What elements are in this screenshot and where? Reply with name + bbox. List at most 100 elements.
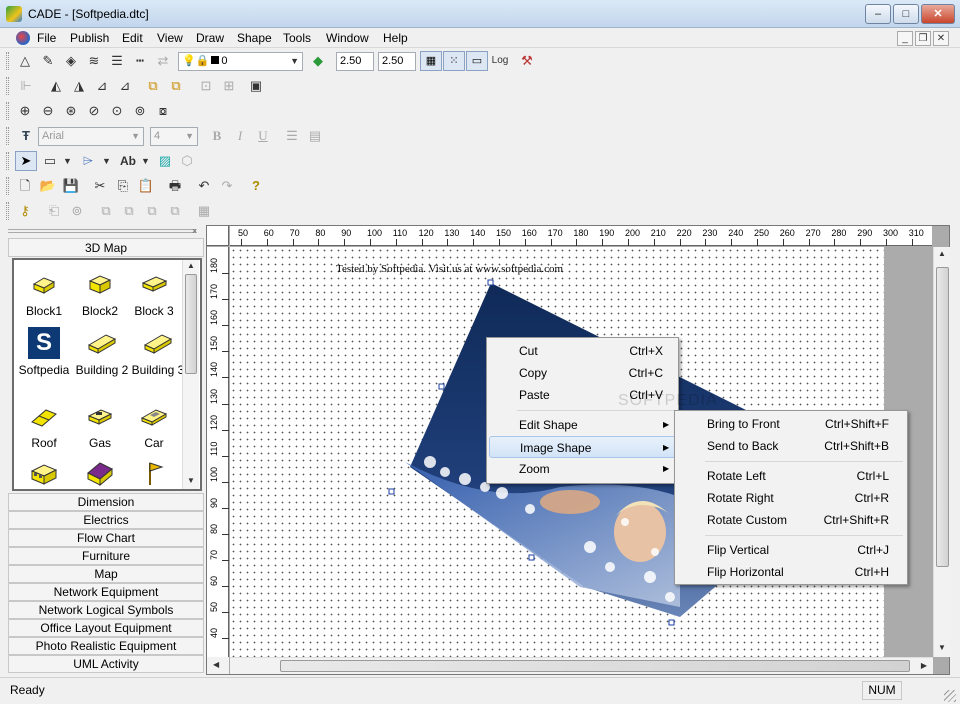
menu-item-copy[interactable]: Copy Ctrl+C (489, 362, 676, 384)
category-uml-activity[interactable]: UML Activity (8, 655, 204, 673)
rotate-right-icon[interactable]: ⊿ (115, 76, 135, 96)
menu-item-cut[interactable]: Cut Ctrl+X (489, 340, 676, 362)
category-network-logical-symbols[interactable]: Network Logical Symbols (8, 601, 204, 619)
grid-icon[interactable]: ▦ (420, 51, 442, 71)
menu-view[interactable]: View (157, 31, 183, 45)
panel-grip[interactable] (8, 229, 196, 233)
resize-grip-icon[interactable] (944, 690, 956, 702)
print-icon[interactable]: 🖶 (165, 176, 185, 196)
category-electrics[interactable]: Electrics (8, 511, 204, 529)
chevron-down-icon[interactable]: ▼ (290, 53, 299, 70)
mdi-restore-icon[interactable]: ❐ (915, 31, 931, 46)
send-back-icon[interactable]: ⧉ (166, 76, 186, 96)
help-icon[interactable]: ? (246, 176, 266, 196)
app-icon[interactable] (6, 6, 22, 22)
menu-window[interactable]: Window (326, 31, 369, 45)
shape-item[interactable] (126, 457, 182, 493)
log-icon[interactable]: Log (490, 51, 510, 71)
toolbar-grip[interactable] (6, 127, 9, 145)
menu-edit[interactable]: Edit (122, 31, 143, 45)
zoom-out-icon[interactable]: ⊖ (38, 101, 58, 121)
shape-item[interactable]: S Softpedia (16, 327, 72, 377)
shape-item[interactable]: Car (126, 400, 182, 450)
mdi-close-icon[interactable]: ✕ (933, 31, 949, 46)
minimize-button[interactable]: – (865, 4, 891, 24)
menu-item-send-to-back[interactable]: Send to Back Ctrl+Shift+B (677, 435, 905, 457)
category-network-equipment[interactable]: Network Equipment (8, 583, 204, 601)
line-width-field-1[interactable]: 2.50 (336, 52, 374, 71)
new-file-icon[interactable]: 🗋 (15, 176, 35, 196)
shape-item[interactable] (72, 457, 128, 493)
shape-item[interactable]: Building 3 (128, 327, 188, 377)
scroll-thumb[interactable] (280, 660, 910, 672)
line-width-icon[interactable]: ☰ (107, 51, 127, 71)
zoom-width-icon[interactable]: ⊘ (84, 101, 104, 121)
toolbar-grip[interactable] (6, 177, 9, 195)
zoom-window-icon[interactable]: ⧇ (153, 101, 173, 121)
shape-item[interactable]: Roof (16, 400, 72, 450)
line-style-icon[interactable]: △ (15, 51, 35, 71)
text-tool-button[interactable]: Ab (116, 151, 140, 171)
menu-item-rotate-left[interactable]: Rotate Left Ctrl+L (677, 465, 905, 487)
scroll-down-icon[interactable]: ▼ (185, 476, 197, 485)
close-button[interactable]: ✕ (921, 4, 955, 24)
mdi-minimize-icon[interactable]: _ (897, 31, 913, 46)
scroll-right-icon[interactable]: ▶ (918, 661, 930, 670)
tools-icon[interactable]: ⚒ (517, 51, 537, 71)
menu-file[interactable]: File (37, 31, 56, 45)
shape-item[interactable]: Block 3 (126, 268, 182, 318)
scroll-down-icon[interactable]: ▼ (936, 643, 948, 652)
zoom-in-icon[interactable]: ⊕ (15, 101, 35, 121)
copy-icon[interactable]: ⎘ (113, 176, 133, 196)
maximize-button[interactable]: □ (893, 4, 919, 24)
rectangle-tool-icon[interactable]: ▭ (40, 151, 60, 171)
toolbar-grip[interactable] (6, 52, 9, 70)
fill-color-icon[interactable]: ◈ (61, 51, 81, 71)
zoom-select-icon[interactable]: ⊙ (107, 101, 127, 121)
layers-icon[interactable]: ◆ (308, 51, 328, 71)
shape-item[interactable]: Gas (72, 400, 128, 450)
menu-item-edit-shape[interactable]: Edit Shape ▶ (489, 414, 676, 436)
snap-grid-icon[interactable]: ⁙ (443, 51, 465, 71)
toolbar-grip[interactable] (6, 152, 9, 170)
chevron-down-icon[interactable]: ▼ (63, 156, 72, 166)
image-tool-icon[interactable]: ▨ (155, 151, 175, 171)
shape-list-scrollbar[interactable]: ▲ ▼ (182, 260, 199, 489)
horizontal-scrollbar[interactable]: ▶ (230, 657, 933, 674)
flip-horizontal-icon[interactable]: ◭ (46, 76, 66, 96)
shape-item[interactable]: Block2 (72, 268, 128, 318)
shape-item[interactable]: Block1 (16, 268, 72, 318)
pattern-icon[interactable]: ≋ (84, 51, 104, 71)
cut-icon[interactable]: ✂ (90, 176, 110, 196)
undo-icon[interactable]: ↶ (194, 176, 214, 196)
zoom-all-icon[interactable]: ⊚ (130, 101, 150, 121)
scroll-left-icon[interactable]: ◀ (213, 660, 219, 669)
rotate-left-icon[interactable]: ⊿ (92, 76, 112, 96)
menu-shape[interactable]: Shape (237, 31, 272, 45)
toolbar-grip[interactable] (6, 77, 9, 95)
menu-item-flip-horizontal[interactable]: Flip Horizontal Ctrl+H (677, 561, 905, 583)
key-icon[interactable]: ⚷ (15, 201, 35, 221)
shape-item[interactable]: Building 2 (72, 327, 132, 377)
panel-close-icon[interactable]: × (192, 226, 197, 236)
line-dash-icon[interactable]: ┅ (130, 51, 150, 71)
font-icon[interactable]: Ŧ (16, 126, 36, 146)
shape-item[interactable] (16, 457, 72, 493)
polyline-tool-icon[interactable]: ⌲ (78, 151, 98, 171)
vertical-scrollbar[interactable]: ▲ ▼ (933, 247, 950, 657)
menu-item-bring-to-front[interactable]: Bring to Front Ctrl+Shift+F (677, 413, 905, 435)
scroll-up-icon[interactable]: ▲ (936, 249, 948, 258)
properties-icon[interactable]: ▣ (246, 76, 266, 96)
open-folder-icon[interactable]: 📂 (38, 176, 58, 196)
scroll-thumb[interactable] (185, 274, 197, 374)
menu-item-image-shape[interactable]: Image Shape ▶ (489, 436, 676, 458)
pen-color-icon[interactable]: ✎ (38, 51, 58, 71)
menu-tools[interactable]: Tools (283, 31, 311, 45)
flip-vertical-icon[interactable]: ◮ (69, 76, 89, 96)
category-photo-realistic-equipment[interactable]: Photo Realistic Equipment (8, 637, 204, 655)
ruler-icon[interactable]: ▭ (466, 51, 488, 71)
bring-front-icon[interactable]: ⧉ (143, 76, 163, 96)
menu-publish[interactable]: Publish (70, 31, 109, 45)
line-width-field-2[interactable]: 2.50 (378, 52, 416, 71)
category-dimension[interactable]: Dimension (8, 493, 204, 511)
